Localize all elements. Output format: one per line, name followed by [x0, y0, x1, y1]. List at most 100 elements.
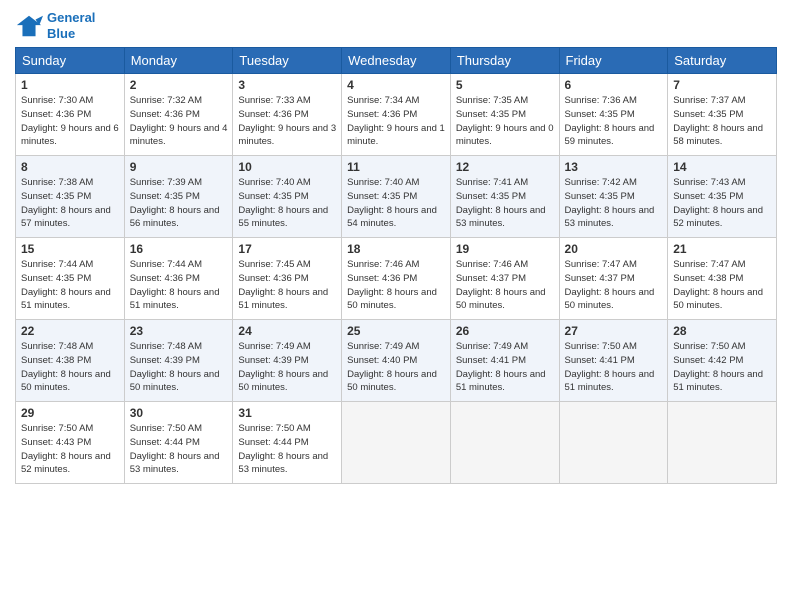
calendar-week-row: 29 Sunrise: 7:50 AMSunset: 4:43 PMDayligh…: [16, 402, 777, 484]
calendar-day-cell: 26Sunrise: 7:49 AMSunset: 4:41 PMDayligh…: [450, 320, 559, 402]
day-number: 14: [673, 160, 771, 174]
day-number: 7: [673, 78, 771, 92]
day-info: Sunrise: 7:49 AMSunset: 4:40 PMDaylight:…: [347, 340, 445, 395]
day-info: Sunrise: 7:47 AMSunset: 4:38 PMDaylight:…: [673, 258, 771, 313]
calendar-week-row: 15 Sunrise: 7:44 AMSunset: 4:35 PMDayligh…: [16, 238, 777, 320]
day-info: Sunrise: 7:44 AMSunset: 4:36 PMDaylight:…: [130, 258, 228, 313]
calendar-day-cell: 16 Sunrise: 7:44 AMSunset: 4:36 PMDayligh…: [124, 238, 233, 320]
calendar-week-row: 1 Sunrise: 7:30 AMSunset: 4:36 PMDaylight…: [16, 74, 777, 156]
calendar-day-cell: 30 Sunrise: 7:50 AMSunset: 4:44 PMDayligh…: [124, 402, 233, 484]
calendar-day-cell: 3Sunrise: 7:33 AMSunset: 4:36 PMDaylight…: [233, 74, 342, 156]
day-info: Sunrise: 7:37 AMSunset: 4:35 PMDaylight:…: [673, 94, 771, 149]
day-number: 24: [238, 324, 336, 338]
day-number: 11: [347, 160, 445, 174]
day-number: 15: [21, 242, 119, 256]
calendar-day-cell: [559, 402, 668, 484]
day-number: 9: [130, 160, 228, 174]
day-info: Sunrise: 7:50 AMSunset: 4:41 PMDaylight:…: [565, 340, 663, 395]
calendar-day-cell: 31 Sunrise: 7:50 AMSunset: 4:44 PMDayligh…: [233, 402, 342, 484]
day-info: Sunrise: 7:32 AMSunset: 4:36 PMDaylight:…: [130, 94, 228, 149]
calendar-day-cell: 11 Sunrise: 7:40 AMSunset: 4:35 PMDayligh…: [342, 156, 451, 238]
day-info: Sunrise: 7:49 AMSunset: 4:39 PMDaylight:…: [238, 340, 336, 395]
day-info: Sunrise: 7:36 AMSunset: 4:35 PMDaylight:…: [565, 94, 663, 149]
calendar-day-cell: 21 Sunrise: 7:47 AMSunset: 4:38 PMDayligh…: [668, 238, 777, 320]
logo: General Blue: [15, 10, 95, 41]
weekday-header-cell: Wednesday: [342, 48, 451, 74]
day-info: Sunrise: 7:39 AMSunset: 4:35 PMDaylight:…: [130, 176, 228, 231]
calendar-day-cell: 5Sunrise: 7:35 AMSunset: 4:35 PMDaylight…: [450, 74, 559, 156]
calendar-day-cell: 1 Sunrise: 7:30 AMSunset: 4:36 PMDaylight…: [16, 74, 125, 156]
calendar-body: 1 Sunrise: 7:30 AMSunset: 4:36 PMDaylight…: [16, 74, 777, 484]
weekday-header-cell: Friday: [559, 48, 668, 74]
day-info: Sunrise: 7:49 AMSunset: 4:41 PMDaylight:…: [456, 340, 554, 395]
calendar-week-row: 22 Sunrise: 7:48 AMSunset: 4:38 PMDayligh…: [16, 320, 777, 402]
day-number: 18: [347, 242, 445, 256]
weekday-header-cell: Thursday: [450, 48, 559, 74]
day-info: Sunrise: 7:47 AMSunset: 4:37 PMDaylight:…: [565, 258, 663, 313]
calendar-day-cell: 9 Sunrise: 7:39 AMSunset: 4:35 PMDaylight…: [124, 156, 233, 238]
calendar-day-cell: 19Sunrise: 7:46 AMSunset: 4:37 PMDayligh…: [450, 238, 559, 320]
calendar-day-cell: 25Sunrise: 7:49 AMSunset: 4:40 PMDayligh…: [342, 320, 451, 402]
logo-icon: [15, 12, 43, 40]
weekday-header-row: SundayMondayTuesdayWednesdayThursdayFrid…: [16, 48, 777, 74]
day-number: 28: [673, 324, 771, 338]
day-number: 22: [21, 324, 119, 338]
calendar-table: SundayMondayTuesdayWednesdayThursdayFrid…: [15, 47, 777, 484]
day-number: 12: [456, 160, 554, 174]
calendar-day-cell: 24 Sunrise: 7:49 AMSunset: 4:39 PMDayligh…: [233, 320, 342, 402]
page-container: General Blue SundayMondayTuesdayWednesda…: [0, 0, 792, 494]
day-number: 8: [21, 160, 119, 174]
day-number: 13: [565, 160, 663, 174]
calendar-day-cell: 17 Sunrise: 7:45 AMSunset: 4:36 PMDayligh…: [233, 238, 342, 320]
day-info: Sunrise: 7:40 AMSunset: 4:35 PMDaylight:…: [347, 176, 445, 231]
day-number: 30: [130, 406, 228, 420]
calendar-day-cell: 15 Sunrise: 7:44 AMSunset: 4:35 PMDayligh…: [16, 238, 125, 320]
day-info: Sunrise: 7:35 AMSunset: 4:35 PMDaylight:…: [456, 94, 554, 149]
calendar-day-cell: [668, 402, 777, 484]
day-info: Sunrise: 7:30 AMSunset: 4:36 PMDaylight:…: [21, 94, 119, 149]
day-info: Sunrise: 7:48 AMSunset: 4:39 PMDaylight:…: [130, 340, 228, 395]
day-number: 21: [673, 242, 771, 256]
calendar-day-cell: 4 Sunrise: 7:34 AMSunset: 4:36 PMDaylight…: [342, 74, 451, 156]
header: General Blue: [15, 10, 777, 41]
calendar-day-cell: 8Sunrise: 7:38 AMSunset: 4:35 PMDaylight…: [16, 156, 125, 238]
calendar-day-cell: 23 Sunrise: 7:48 AMSunset: 4:39 PMDayligh…: [124, 320, 233, 402]
day-info: Sunrise: 7:44 AMSunset: 4:35 PMDaylight:…: [21, 258, 119, 313]
day-number: 16: [130, 242, 228, 256]
day-number: 2: [130, 78, 228, 92]
weekday-header-cell: Monday: [124, 48, 233, 74]
day-info: Sunrise: 7:34 AMSunset: 4:36 PMDaylight:…: [347, 94, 445, 149]
day-number: 29: [21, 406, 119, 420]
day-number: 6: [565, 78, 663, 92]
calendar-day-cell: 20Sunrise: 7:47 AMSunset: 4:37 PMDayligh…: [559, 238, 668, 320]
calendar-day-cell: 12Sunrise: 7:41 AMSunset: 4:35 PMDayligh…: [450, 156, 559, 238]
weekday-header-cell: Tuesday: [233, 48, 342, 74]
weekday-header-cell: Saturday: [668, 48, 777, 74]
day-info: Sunrise: 7:45 AMSunset: 4:36 PMDaylight:…: [238, 258, 336, 313]
day-info: Sunrise: 7:46 AMSunset: 4:36 PMDaylight:…: [347, 258, 445, 313]
day-number: 31: [238, 406, 336, 420]
weekday-header-cell: Sunday: [16, 48, 125, 74]
calendar-day-cell: 2 Sunrise: 7:32 AMSunset: 4:36 PMDaylight…: [124, 74, 233, 156]
calendar-day-cell: 10Sunrise: 7:40 AMSunset: 4:35 PMDayligh…: [233, 156, 342, 238]
day-number: 4: [347, 78, 445, 92]
calendar-day-cell: 14Sunrise: 7:43 AMSunset: 4:35 PMDayligh…: [668, 156, 777, 238]
day-info: Sunrise: 7:40 AMSunset: 4:35 PMDaylight:…: [238, 176, 336, 231]
day-number: 1: [21, 78, 119, 92]
day-number: 17: [238, 242, 336, 256]
day-number: 19: [456, 242, 554, 256]
day-number: 23: [130, 324, 228, 338]
calendar-day-cell: 13Sunrise: 7:42 AMSunset: 4:35 PMDayligh…: [559, 156, 668, 238]
day-info: Sunrise: 7:50 AMSunset: 4:44 PMDaylight:…: [130, 422, 228, 477]
calendar-day-cell: 28Sunrise: 7:50 AMSunset: 4:42 PMDayligh…: [668, 320, 777, 402]
calendar-day-cell: 7 Sunrise: 7:37 AMSunset: 4:35 PMDaylight…: [668, 74, 777, 156]
day-info: Sunrise: 7:50 AMSunset: 4:43 PMDaylight:…: [21, 422, 119, 477]
day-info: Sunrise: 7:50 AMSunset: 4:44 PMDaylight:…: [238, 422, 336, 477]
day-info: Sunrise: 7:48 AMSunset: 4:38 PMDaylight:…: [21, 340, 119, 395]
calendar-day-cell: 29 Sunrise: 7:50 AMSunset: 4:43 PMDayligh…: [16, 402, 125, 484]
calendar-day-cell: 22 Sunrise: 7:48 AMSunset: 4:38 PMDayligh…: [16, 320, 125, 402]
logo-text: General Blue: [47, 10, 95, 41]
calendar-day-cell: 6 Sunrise: 7:36 AMSunset: 4:35 PMDaylight…: [559, 74, 668, 156]
day-number: 3: [238, 78, 336, 92]
calendar-day-cell: 18 Sunrise: 7:46 AMSunset: 4:36 PMDayligh…: [342, 238, 451, 320]
